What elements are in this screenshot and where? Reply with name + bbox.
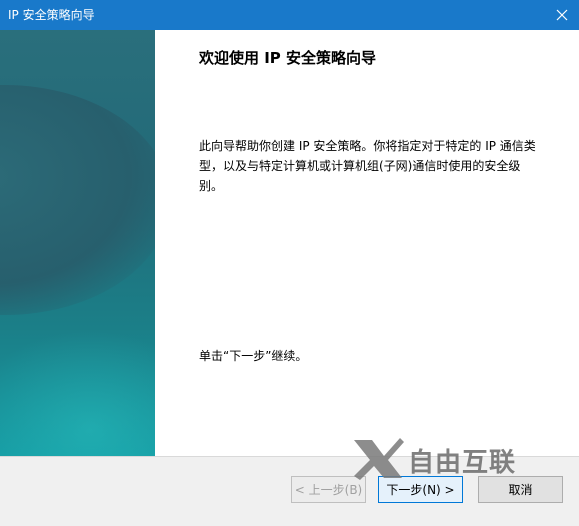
window-title: IP 安全策略向导 [8, 8, 95, 22]
continue-hint: 单击“下一步”继续。 [199, 349, 308, 363]
banner-swoosh [0, 85, 155, 315]
wizard-side-banner [0, 30, 155, 456]
close-icon [556, 9, 568, 21]
next-button[interactable]: 下一步(N) > [378, 476, 463, 503]
close-button[interactable] [545, 0, 579, 30]
title-bar: IP 安全策略向导 [0, 0, 579, 30]
button-area-divider [0, 456, 579, 457]
back-button[interactable]: < 上一步(B) [291, 476, 366, 503]
wizard-content: 欢迎使用 IP 安全策略向导 此向导帮助你创建 IP 安全策略。你将指定对于特定… [157, 30, 579, 456]
wizard-heading: 欢迎使用 IP 安全策略向导 [199, 49, 377, 67]
banner-glow [0, 330, 155, 456]
wizard-description: 此向导帮助你创建 IP 安全策略。你将指定对于特定的 IP 通信类型，以及与特定… [199, 139, 536, 193]
cancel-button[interactable]: 取消 [478, 476, 563, 503]
wizard-window: IP 安全策略向导 欢迎使用 IP 安全策略向导 此向导帮助你创建 IP 安全策… [0, 0, 579, 526]
